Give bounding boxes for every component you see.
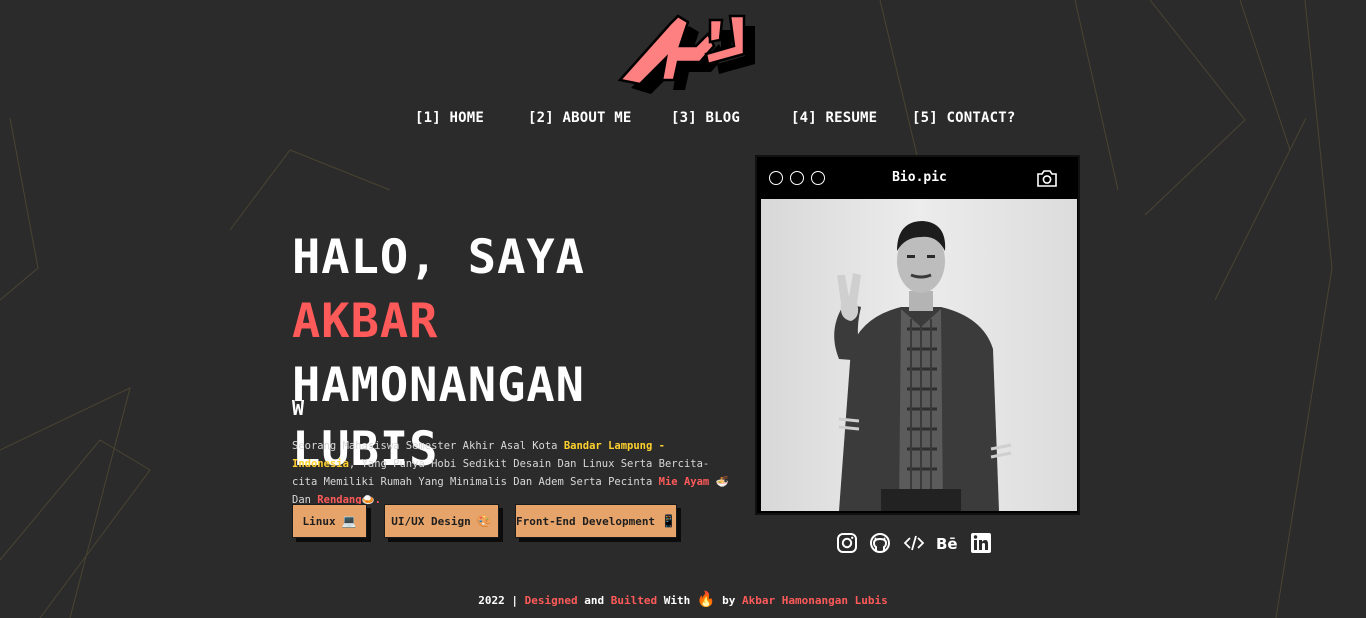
bio-end: .: [374, 494, 381, 506]
bio-paragraph: Seorang Mahasiswa Semester Akhir Asal Ko…: [292, 437, 732, 509]
linkedin-icon[interactable]: [970, 532, 992, 554]
hero-title-accent: AKBAR: [292, 294, 439, 349]
footer-year: 2022 |: [478, 594, 518, 607]
chip-uiux[interactable]: UI/UX Design 🎨: [384, 504, 499, 538]
typed-text: W: [292, 396, 305, 420]
footer-author[interactable]: Akbar Hamonangan Lubis: [742, 594, 888, 607]
bio-pic-window: Bio.pic: [755, 155, 1080, 515]
bio-food1: Mie Ayam: [658, 476, 710, 488]
svg-text:Bē: Bē: [936, 535, 958, 553]
github-icon[interactable]: [869, 532, 891, 554]
palette-icon: 🎨: [476, 514, 492, 528]
nav-resume[interactable]: [4] RESUME: [791, 110, 877, 126]
nav-about-me[interactable]: [2] ABOUT ME: [528, 110, 632, 126]
nav-home[interactable]: [1] HOME: [415, 110, 484, 126]
site-logo[interactable]: [616, 10, 762, 96]
window-titlebar: Bio.pic: [757, 157, 1078, 199]
nav-contact[interactable]: [5] CONTACT?: [912, 110, 1016, 126]
footer-with: With: [663, 594, 691, 607]
behance-icon[interactable]: Bē: [936, 532, 958, 554]
code-icon[interactable]: [903, 532, 925, 554]
footer-by: by: [722, 594, 736, 607]
laptop-icon: 💻: [341, 514, 357, 528]
chip-linux[interactable]: Linux 💻: [292, 504, 367, 538]
chip-label: Front-End Development: [515, 514, 656, 528]
instagram-icon[interactable]: [836, 532, 858, 554]
footer-and: and: [584, 594, 605, 607]
noodle-icon: 🍜: [715, 476, 729, 488]
hero-title-prefix: HALO, SAYA: [292, 230, 585, 285]
profile-photo: [761, 199, 1077, 511]
nav-blog[interactable]: [3] BLOG: [671, 110, 740, 126]
footer-designed: Designed: [524, 594, 578, 607]
chip-frontend[interactable]: Front-End Development 📱: [515, 504, 677, 538]
footer-builted: Builted: [610, 594, 658, 607]
bio-part1: Seorang Mahasiswa Semester Akhir Asal Ko…: [292, 440, 564, 452]
window-title: Bio.pic: [892, 170, 947, 185]
camera-icon[interactable]: [1036, 168, 1058, 188]
footer: 2022 | Designed and Builted With 🔥 by Ak…: [0, 590, 1366, 608]
fire-icon: 🔥: [696, 590, 716, 608]
phone-icon: 📱: [661, 514, 677, 528]
main-nav: [1] HOME [2] ABOUT ME [3] BLOG [4] RESUM…: [0, 110, 1366, 130]
chip-label: Linux: [302, 514, 336, 528]
chip-label: UI/UX Design: [391, 514, 471, 528]
bio-part2: , Yang Punya Hobi Sedikit Desain Dan Lin…: [292, 458, 710, 488]
